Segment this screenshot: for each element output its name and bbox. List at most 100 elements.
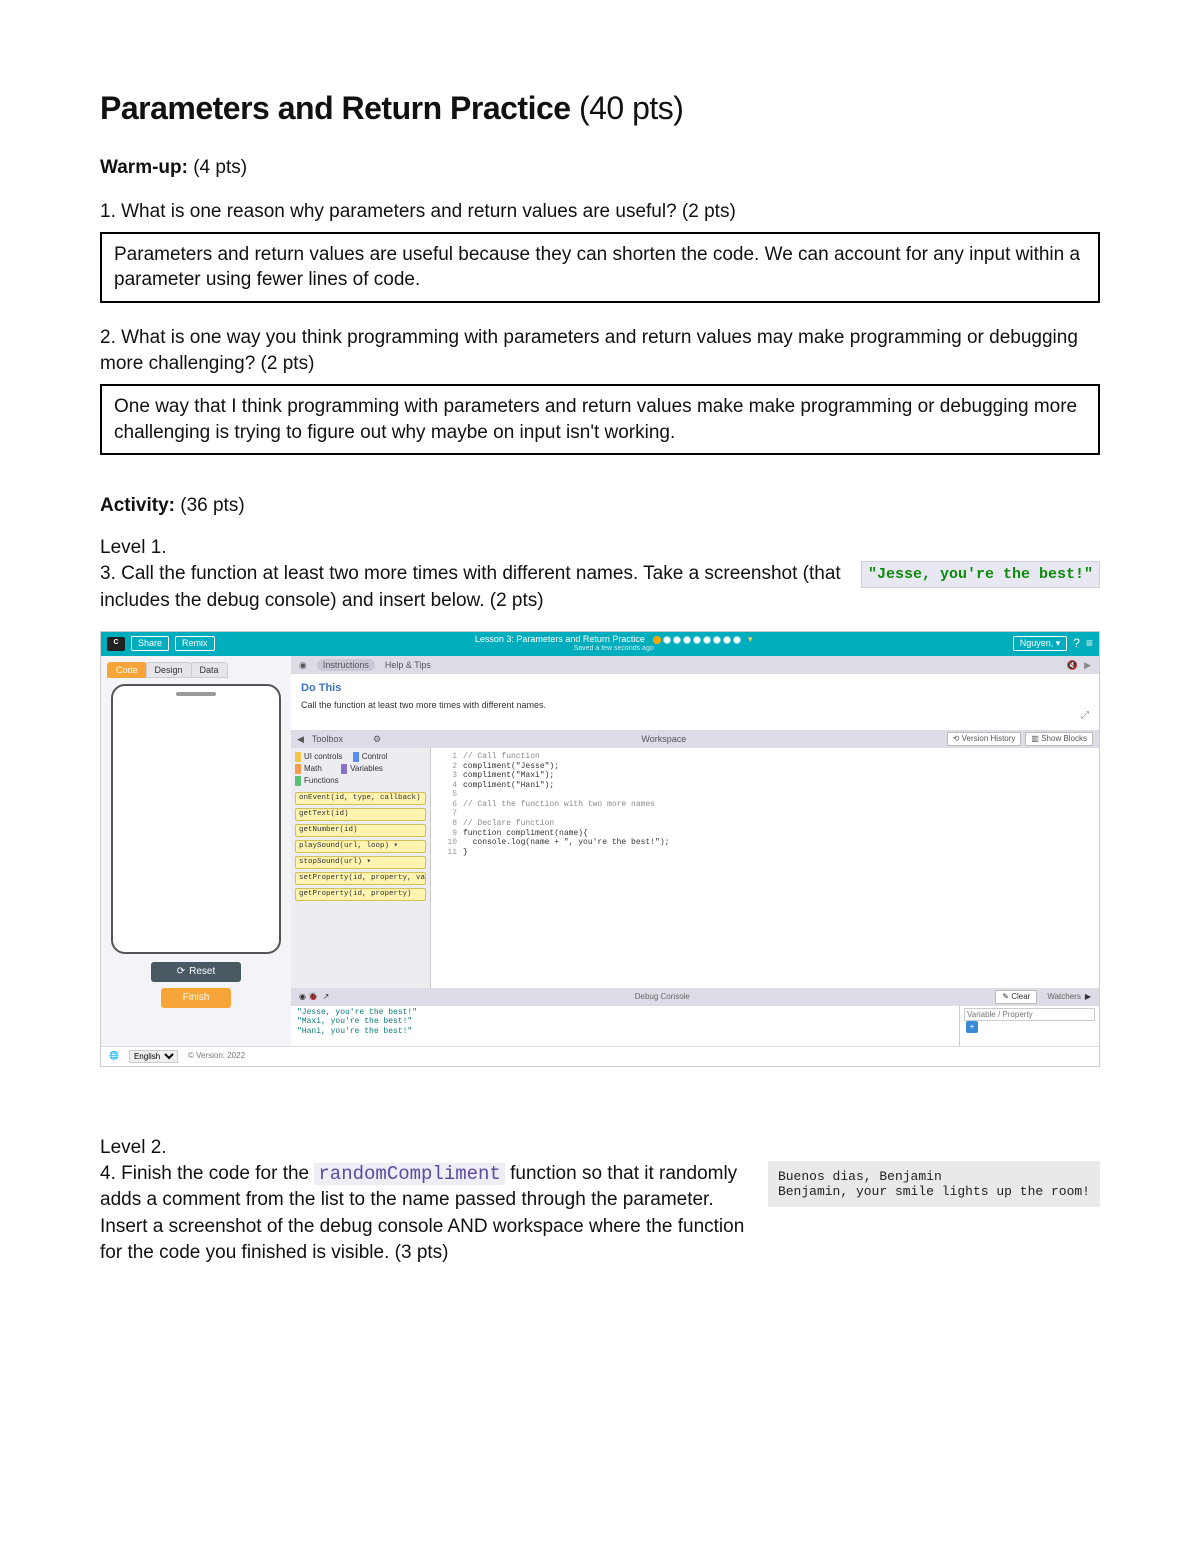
version-history-button[interactable]: ⟲ Version History: [947, 732, 1022, 746]
category-swatch-icon: [295, 752, 301, 762]
progress-bubble-icon[interactable]: [663, 636, 671, 644]
progress-bubble-icon[interactable]: [723, 636, 731, 644]
bug-icon[interactable]: 🐞: [308, 992, 318, 1002]
finish-button[interactable]: Finish: [161, 988, 231, 1008]
do-this-text: Call the function at least two more time…: [301, 700, 1089, 711]
instructions-bar: ◉ Instructions Help & Tips 🔇 ▶: [291, 656, 1099, 675]
code-line: 2compliment("Jesse");: [439, 762, 1091, 772]
globe-icon: 🌐: [109, 1051, 119, 1061]
toolbox-block[interactable]: playSound(url, loop) ▾: [295, 840, 426, 853]
clear-console-button[interactable]: ✎ Clear: [995, 990, 1037, 1004]
progress-bubble-icon[interactable]: [733, 636, 741, 644]
do-this-title: Do This: [301, 682, 1089, 695]
question-1-answer: Parameters and return values are useful …: [100, 232, 1100, 303]
category-swatch-icon: [341, 764, 347, 774]
warmup-heading: Warm-up: (4 pts): [100, 157, 1100, 179]
code-line: 3compliment("Maxi");: [439, 771, 1091, 781]
tb-cat-control[interactable]: Control: [362, 752, 388, 762]
progress-bubble-icon[interactable]: [703, 636, 711, 644]
help-tips-tab[interactable]: Help & Tips: [385, 660, 431, 671]
user-menu[interactable]: Nguyen, ▾: [1013, 636, 1068, 651]
share-button[interactable]: Share: [131, 636, 169, 651]
watcher-input[interactable]: [964, 1008, 1095, 1021]
question-3-text: 3. Call the function at least two more t…: [100, 561, 843, 614]
lesson-header: Lesson 3: Parameters and Return Practice…: [221, 634, 1007, 653]
add-watcher-button[interactable]: +: [966, 1021, 978, 1033]
progress-bubble-icon[interactable]: [693, 636, 701, 644]
warmup-label: Warm-up:: [100, 157, 188, 178]
collapse-icon[interactable]: ◉: [299, 660, 307, 671]
debug-console-header: ◉ 🐞 ↗ Debug Console ✎ Clear Watchers ▶: [291, 988, 1099, 1006]
tb-cat-vars[interactable]: Variables: [350, 764, 383, 774]
remix-button[interactable]: Remix: [175, 636, 215, 651]
back-icon[interactable]: ◀: [297, 734, 304, 745]
warmup-points: (4 pts): [193, 157, 247, 178]
code-line: 9function compliment(name){: [439, 829, 1091, 839]
tab-data[interactable]: Data: [191, 662, 228, 679]
tb-cat-fns[interactable]: Functions: [304, 776, 339, 786]
step-icon[interactable]: ↗: [323, 992, 330, 1002]
instructions-content: Do This Call the function at least two m…: [291, 674, 1099, 730]
progress-bubble-icon[interactable]: [683, 636, 691, 644]
code-line: 10 console.log(name + ", you're the best…: [439, 838, 1091, 848]
saved-indicator: Saved a few seconds ago: [221, 645, 1007, 653]
instructions-tab[interactable]: Instructions: [317, 659, 375, 672]
tab-design[interactable]: Design: [146, 662, 192, 679]
lesson-title: Lesson 3: Parameters and Return Practice: [475, 634, 645, 644]
refresh-icon: ⟳: [177, 966, 185, 978]
watchers-collapse-icon[interactable]: ▶: [1085, 992, 1091, 1002]
footer-version: © Version: 2022: [188, 1051, 245, 1061]
watchers-panel: +: [959, 1006, 1099, 1046]
hamburger-menu-icon[interactable]: ≡: [1086, 636, 1093, 650]
toolbox-block[interactable]: getProperty(id, property): [295, 888, 426, 901]
question-4-console-snippet: Buenos dias, Benjamin Benjamin, your smi…: [768, 1161, 1100, 1207]
activity-label: Activity:: [100, 495, 175, 516]
tab-code[interactable]: Code: [107, 662, 147, 679]
progress-bubble-icon[interactable]: [713, 636, 721, 644]
category-swatch-icon: [353, 752, 359, 762]
tb-cat-math[interactable]: Math: [304, 764, 322, 774]
progress-bubble-icon[interactable]: [673, 636, 681, 644]
activity-heading: Activity: (36 pts): [100, 495, 1100, 517]
phone-simulator[interactable]: [111, 684, 281, 954]
code-line: 7: [439, 809, 1091, 819]
toolbox-block[interactable]: getNumber(id): [295, 824, 426, 837]
toolbox-block[interactable]: getText(id): [295, 808, 426, 821]
more-dropdown-icon[interactable]: ▾: [748, 634, 753, 644]
debug-console-label: Debug Console: [329, 992, 995, 1002]
codeorg-logo-icon: C: [107, 637, 125, 651]
question-2-answer: One way that I think programming with pa…: [100, 384, 1100, 455]
question-1-text: 1. What is one reason why parameters and…: [100, 199, 1100, 226]
toolbox-panel: UI controls Control Math Variables Funct…: [291, 748, 431, 988]
category-swatch-icon: [295, 776, 301, 786]
tb-cat-ui[interactable]: UI controls: [304, 752, 342, 762]
title-points: (40 pts): [579, 90, 683, 126]
workspace-header: ◀ Toolbox ⚙ Workspace ⟲ Version History …: [291, 730, 1099, 748]
lesson-progress-bubbles[interactable]: [653, 636, 741, 644]
language-select[interactable]: English: [129, 1050, 178, 1063]
ide-top-bar: C Share Remix Lesson 3: Parameters and R…: [101, 632, 1099, 656]
ide-left-panel: Code Design Data ⟳ Reset Finish: [101, 656, 291, 1046]
q4-pre: 4. Finish the code for the: [100, 1163, 314, 1184]
expand-icon[interactable]: ⤢: [301, 710, 1089, 722]
page-title: Parameters and Return Practice (40 pts): [100, 90, 1100, 127]
progress-bubble-icon[interactable]: [653, 636, 661, 644]
code-line: 6// Call the function with two more name…: [439, 800, 1091, 810]
toolbox-block[interactable]: setProperty(id, property, va: [295, 872, 426, 885]
level-2-label: Level 2.: [100, 1137, 1100, 1159]
gear-icon[interactable]: ⚙: [373, 734, 381, 745]
show-blocks-button[interactable]: ▥ Show Blocks: [1025, 732, 1093, 746]
reset-button[interactable]: ⟳ Reset: [151, 962, 241, 982]
title-bold: Parameters and Return Practice: [100, 90, 571, 126]
code-editor[interactable]: 1// Call function2compliment("Jesse");3c…: [431, 748, 1099, 988]
category-swatch-icon: [295, 764, 301, 774]
toolbox-label: Toolbox: [304, 734, 373, 745]
toolbox-block[interactable]: stopSound(url) ▾: [295, 856, 426, 869]
help-icon[interactable]: ?: [1073, 636, 1080, 650]
q4-code-token: randomCompliment: [314, 1163, 504, 1185]
toolbox-block[interactable]: onEvent(id, type, callback): [295, 792, 426, 805]
reset-label: Reset: [189, 966, 215, 978]
play-icon[interactable]: ▶: [1084, 660, 1091, 671]
console-toggle-icon[interactable]: ◉: [299, 992, 306, 1002]
audio-off-icon[interactable]: 🔇: [1067, 660, 1078, 671]
